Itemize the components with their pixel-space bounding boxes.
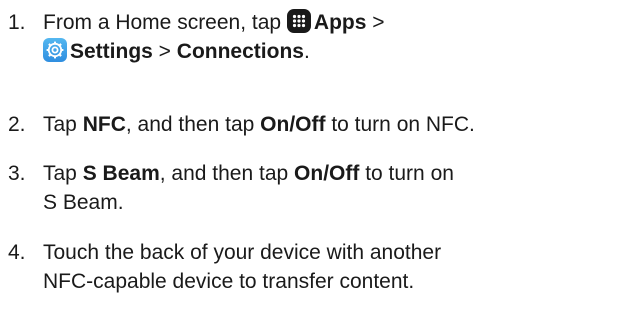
step-line: NFC-capable device to transfer content. <box>43 270 415 293</box>
step-number: 1. <box>8 11 26 34</box>
step-line: Touch the back of your device with anoth… <box>43 241 442 264</box>
step-line: From a Home screen, tap Apps > <box>43 8 643 37</box>
s-beam-label: S Beam <box>82 162 160 185</box>
step-text-segment: to turn on NFC. <box>325 113 475 136</box>
step-text: Touch the back of your device with anoth… <box>43 238 643 296</box>
step-line: Settings > Connections. <box>43 37 643 66</box>
step-number: 2. <box>8 113 26 136</box>
step-number: 3. <box>8 162 26 185</box>
step-text: Tap S Beam, and then tap On/Off to turn … <box>43 159 643 217</box>
step-text-segment: . <box>303 40 310 63</box>
nfc-label: NFC <box>82 113 126 136</box>
apps-label: Apps <box>313 11 367 34</box>
on-off-label: On/Off <box>294 162 360 185</box>
separator: > <box>366 11 385 34</box>
settings-icon <box>43 38 67 62</box>
step-line: Tap NFC, and then tap On/Off to turn on … <box>43 110 643 139</box>
separator: > <box>152 40 177 63</box>
connections-label: Connections <box>176 40 304 63</box>
step-number: 4. <box>8 241 26 264</box>
step-text-segment: , and then tap <box>159 162 295 185</box>
step-text-segment: to turn on <box>359 162 454 185</box>
on-off-label: On/Off <box>260 113 326 136</box>
step-line: S Beam. <box>43 191 124 214</box>
step-text-segment: Tap <box>43 113 83 136</box>
step-text-segment: Tap <box>43 162 83 185</box>
step-text-segment: , and then tap <box>125 113 261 136</box>
apps-icon <box>286 9 311 33</box>
step-text: From a Home screen, tap Apps > Settings … <box>43 8 643 66</box>
settings-label: Settings <box>70 40 153 63</box>
step-line: Tap S Beam, and then tap On/Off to turn … <box>43 159 643 188</box>
step-text: Tap NFC, and then tap On/Off to turn on … <box>43 110 643 139</box>
step-text-segment: From a Home screen, tap <box>43 11 287 34</box>
